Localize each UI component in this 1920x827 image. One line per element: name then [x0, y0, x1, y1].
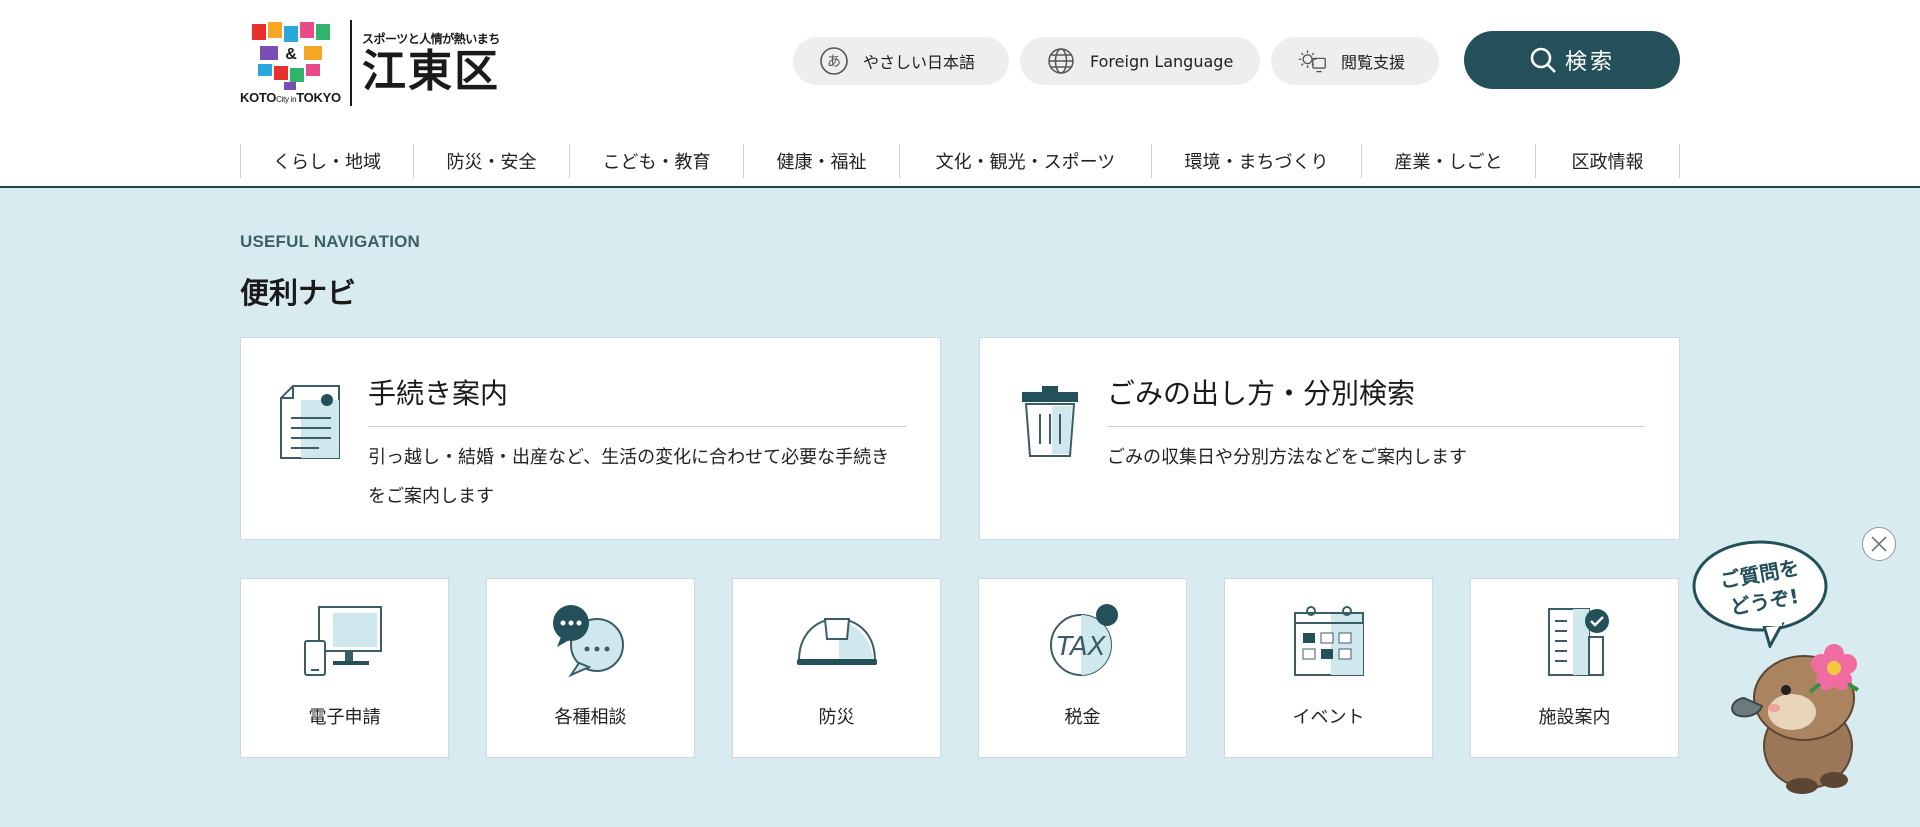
tile-facility-guide[interactable]: 施設案内 — [1470, 578, 1679, 758]
procedures-card-desc: 引っ越し・結婚・出産など、生活の変化に合わせて必要な手続きをご案内します — [368, 447, 890, 507]
nav-item-sangyo[interactable]: 産業・しごと — [1362, 144, 1536, 178]
tile-label: 施設案内 — [1538, 707, 1611, 728]
tile-electronic-application[interactable]: 電子申請 — [240, 578, 449, 758]
nav-item-kurashi[interactable]: くらし・地域 — [241, 144, 414, 178]
accessibility-assist-button[interactable]: 閲覧支援 — [1271, 37, 1439, 85]
tile-label: 税金 — [1064, 707, 1101, 728]
gear-monitor-icon — [1297, 46, 1327, 76]
helmet-icon — [795, 603, 879, 679]
tile-label: 電子申請 — [308, 707, 381, 728]
chat-icon — [549, 603, 633, 679]
svg-text:&: & — [285, 46, 297, 63]
tile-disaster-prevention[interactable]: 防災 — [732, 578, 941, 758]
globe-icon — [1046, 46, 1076, 76]
site-header: & KOTOCity inTOKYO スポーツと人情が熱いまち 江東区 あ やさ… — [0, 0, 1920, 188]
close-icon — [1871, 536, 1887, 552]
koto-city-logo[interactable]: & KOTOCity inTOKYO スポーツと人情が熱いまち 江東区 — [240, 18, 505, 110]
svg-text:TAX: TAX — [1056, 632, 1106, 662]
procedures-card-title: 手続き案内 — [368, 372, 906, 427]
hiragana-a-icon: あ — [819, 46, 849, 76]
nav-item-bousai[interactable]: 防災・安全 — [414, 144, 570, 178]
useful-navigation-section: USEFUL NAVIGATION 便利ナビ 手続き案内 引っ越し・結婚・出産な… — [0, 188, 1920, 827]
yasashii-nihongo-button[interactable]: あ やさしい日本語 — [793, 37, 1009, 85]
search-button[interactable]: 検索 — [1464, 31, 1680, 89]
tile-label: イベント — [1292, 707, 1365, 728]
section-eyebrow: USEFUL NAVIGATION — [240, 232, 421, 251]
computer-icon — [303, 603, 387, 679]
calendar-icon — [1287, 603, 1371, 679]
search-icon — [1529, 46, 1557, 74]
tile-events[interactable]: イベント — [1224, 578, 1433, 758]
heart-emblem-icon: & — [248, 20, 334, 92]
foreign-language-button[interactable]: Foreign Language — [1020, 37, 1260, 85]
procedures-card[interactable]: 手続き案内 引っ越し・結婚・出産など、生活の変化に合わせて必要な手続きをご案内し… — [240, 337, 941, 540]
nav-item-kenko[interactable]: 健康・福祉 — [744, 144, 900, 178]
foreign-language-label: Foreign Language — [1090, 51, 1234, 71]
tile-label: 各種相談 — [554, 707, 627, 728]
mascot-character[interactable] — [1730, 628, 1880, 808]
nav-item-kodomo[interactable]: こども・教育 — [570, 144, 744, 178]
tile-consultation[interactable]: 各種相談 — [486, 578, 695, 758]
nav-item-kankyo[interactable]: 環境・まちづくり — [1152, 144, 1362, 178]
search-button-label: 検索 — [1564, 50, 1615, 75]
garbage-sorting-card[interactable]: ごみの出し方・分別検索 ごみの収集日や分別方法などをご案内します — [979, 337, 1680, 540]
document-icon — [280, 385, 340, 459]
nav-item-kusei[interactable]: 区政情報 — [1536, 144, 1680, 178]
chat-close-button[interactable] — [1862, 527, 1896, 561]
section-title: 便利ナビ — [240, 276, 357, 310]
trash-icon — [1022, 386, 1078, 457]
yasashii-nihongo-label: やさしい日本語 — [863, 53, 976, 72]
logo-ward-name: 江東区 — [362, 46, 500, 97]
garbage-card-desc: ごみの収集日や分別方法などをご案内します — [1107, 447, 1467, 468]
tile-label: 防災 — [818, 707, 855, 728]
accessibility-assist-label: 閲覧支援 — [1341, 53, 1406, 72]
koto-city-in-tokyo-text: KOTOCity inTOKYO — [240, 90, 341, 105]
mascot-bird-icon — [1731, 644, 1860, 794]
svg-text:あ: あ — [827, 54, 841, 70]
nav-item-bunka[interactable]: 文化・観光・スポーツ — [900, 144, 1152, 178]
logo-divider — [350, 20, 352, 106]
logo-tagline: スポーツと人情が熱いまち — [362, 32, 500, 46]
sports-supports-emblem: & KOTOCity inTOKYO — [240, 18, 341, 110]
global-nav: くらし・地域 防災・安全 こども・教育 健康・福祉 文化・観光・スポーツ 環境・… — [240, 144, 1680, 178]
tile-tax[interactable]: TAX 税金 — [978, 578, 1187, 758]
building-icon — [1533, 603, 1617, 679]
garbage-card-title: ごみの出し方・分別検索 — [1107, 372, 1645, 427]
tax-icon: TAX — [1041, 603, 1125, 679]
